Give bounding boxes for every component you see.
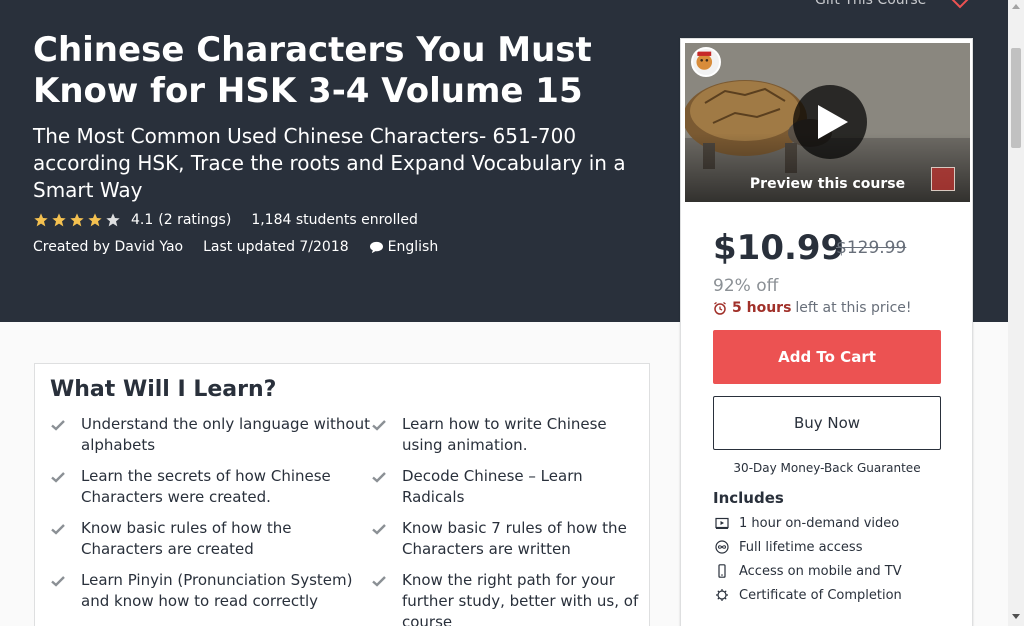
scroll-up-icon[interactable] xyxy=(1012,4,1020,9)
instructor-link[interactable]: Created by David Yao xyxy=(33,239,183,255)
course-title: Chinese Characters You Must Know for HSK… xyxy=(33,30,592,111)
include-label: Certificate of Completion xyxy=(739,587,902,603)
check-icon xyxy=(372,420,386,431)
rating-count[interactable]: (2 ratings) xyxy=(158,212,231,228)
page-scrollbar[interactable] xyxy=(1008,0,1024,626)
course-preview[interactable]: Preview this course xyxy=(685,43,970,202)
star-icon xyxy=(70,213,84,227)
discount-percent: 92% off xyxy=(713,276,779,296)
add-to-cart-button[interactable]: Add To Cart xyxy=(713,330,941,384)
star-icon xyxy=(52,213,66,227)
list-item: Decode Chinese – Learn Radicals xyxy=(372,466,641,508)
star-rating xyxy=(33,212,123,228)
check-icon xyxy=(372,524,386,535)
learn-item-text: Decode Chinese – Learn Radicals xyxy=(402,467,583,506)
include-label: 1 hour on-demand video xyxy=(739,515,900,531)
certificate-icon xyxy=(716,589,728,601)
list-item: Understand the only language without alp… xyxy=(51,414,372,456)
star-icon xyxy=(34,213,48,227)
buy-now-button[interactable]: Buy Now xyxy=(713,396,941,450)
alarm-clock-icon xyxy=(714,301,726,315)
course-meta: Created by David Yao Last updated 7/2018… xyxy=(33,237,438,257)
list-item: Full lifetime access xyxy=(715,535,902,559)
list-item: Learn Pinyin (Pronunciation System) and … xyxy=(51,570,372,626)
course-language: English xyxy=(369,239,439,255)
list-item: Certificate of Completion xyxy=(715,583,902,607)
check-icon xyxy=(372,576,386,587)
check-icon xyxy=(51,576,65,587)
scroll-down-icon[interactable] xyxy=(1012,614,1020,619)
list-item: Learn how to write Chinese using animati… xyxy=(372,414,641,456)
learn-item-text: Know the right path for your further stu… xyxy=(402,571,639,626)
includes-list: 1 hour on-demand video Full lifetime acc… xyxy=(715,511,902,607)
learn-item-text: Understand the only language without alp… xyxy=(81,415,370,454)
mobile-icon xyxy=(718,564,726,578)
check-icon xyxy=(51,420,65,431)
timer-hours: 5 hours xyxy=(732,300,792,316)
infinity-icon xyxy=(715,540,729,554)
current-price: $10.99 xyxy=(713,228,845,268)
learn-item-text: Learn the secrets of how Chinese Charact… xyxy=(81,467,331,506)
list-item: Learn the secrets of how Chinese Charact… xyxy=(51,466,372,508)
what-will-i-learn: What Will I Learn? Understand the only l… xyxy=(34,363,650,626)
include-label: Access on mobile and TV xyxy=(739,563,902,579)
heart-icon[interactable] xyxy=(948,0,972,10)
learn-heading: What Will I Learn? xyxy=(50,377,277,402)
includes-heading: Includes xyxy=(713,489,784,507)
learn-item-text: Learn Pinyin (Pronunciation System) and … xyxy=(81,571,353,610)
video-icon xyxy=(715,517,729,529)
learn-item-text: Learn how to write Chinese using animati… xyxy=(402,415,607,454)
rating-row: 4.1 (2 ratings) 1,184 students enrolled xyxy=(33,210,418,230)
check-icon xyxy=(372,472,386,483)
instructor-avatar xyxy=(691,47,721,77)
play-button[interactable] xyxy=(793,85,867,159)
gift-course-link[interactable]: Gift This Course xyxy=(815,0,926,8)
purchase-sidebar: Preview this course $10.99 $129.99 92% o… xyxy=(680,38,973,626)
check-icon xyxy=(51,472,65,483)
list-item: Know basic rules of how the Characters a… xyxy=(51,518,372,560)
last-updated: Last updated 7/2018 xyxy=(203,239,349,255)
timer-text: left at this price! xyxy=(795,300,912,316)
list-item: Know basic 7 rules of how the Characters… xyxy=(372,518,641,560)
course-subtitle: The Most Common Used Chinese Characters-… xyxy=(33,124,626,202)
learn-list: Understand the only language without alp… xyxy=(51,414,641,626)
learn-item-text: Know basic rules of how the Characters a… xyxy=(81,519,292,558)
star-empty-icon xyxy=(106,213,120,227)
list-item: 1 hour on-demand video xyxy=(715,511,902,535)
language-label: English xyxy=(387,239,439,255)
preview-label: Preview this course xyxy=(749,176,906,192)
list-item: Access on mobile and TV xyxy=(715,559,902,583)
list-item: Know the right path for your further stu… xyxy=(372,570,641,626)
original-price: $129.99 xyxy=(836,238,907,258)
include-label: Full lifetime access xyxy=(739,539,863,555)
play-icon xyxy=(818,105,848,139)
star-icon xyxy=(88,213,102,227)
enrolled-count: 1,184 students enrolled xyxy=(251,212,418,228)
scroll-thumb[interactable] xyxy=(1011,48,1021,148)
learn-item-text: Know basic 7 rules of how the Characters… xyxy=(402,519,627,558)
money-back-guarantee: 30-Day Money-Back Guarantee xyxy=(733,461,921,475)
price-timer: 5 hours left at this price! xyxy=(713,300,912,316)
check-icon xyxy=(51,524,65,535)
rating-value: 4.1 xyxy=(131,212,154,228)
speech-bubble-icon xyxy=(369,241,383,253)
